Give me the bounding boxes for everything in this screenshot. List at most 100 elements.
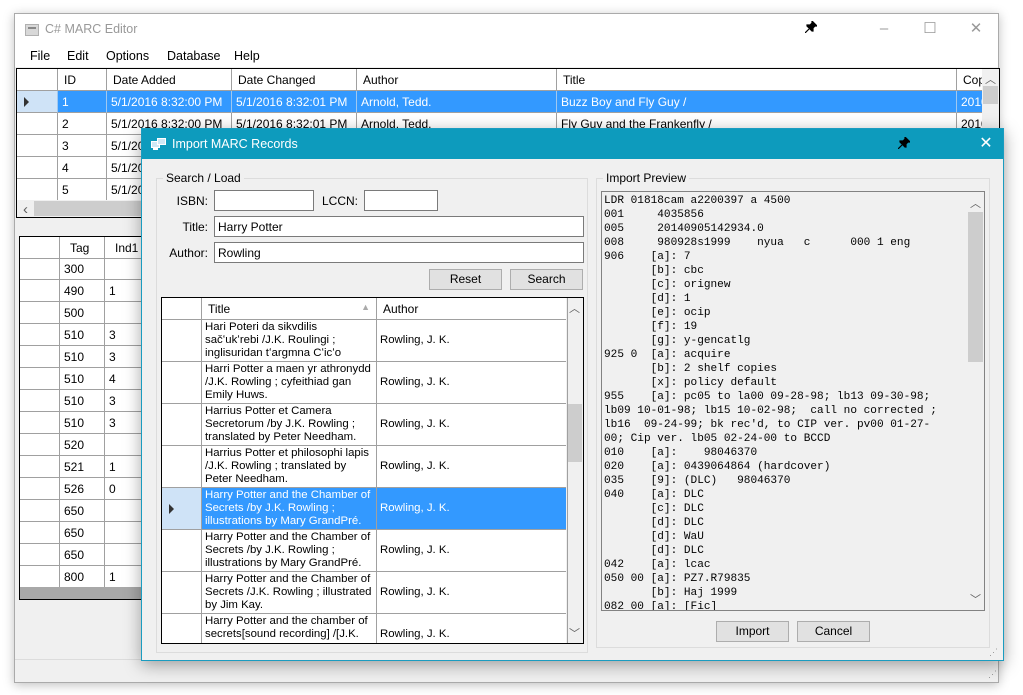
row-header[interactable]: [17, 179, 58, 201]
row-header[interactable]: [162, 404, 202, 446]
row-header[interactable]: [162, 362, 202, 404]
fields-hscrollbar[interactable]: [20, 587, 158, 599]
field-row[interactable]: 510 4: [20, 368, 158, 390]
column-header-title[interactable]: Title ▲: [202, 298, 377, 320]
result-row[interactable]: Harry Potter and the Chamber of Secrets …: [162, 572, 567, 614]
field-cell[interactable]: 650: [60, 544, 105, 566]
row-header[interactable]: [20, 566, 60, 588]
pin-icon[interactable]: [804, 19, 819, 36]
field-row[interactable]: 521 1: [20, 456, 158, 478]
row-header[interactable]: [162, 614, 202, 643]
result-row[interactable]: Harrius Potter et philosophi lapis /J.K.…: [162, 446, 567, 488]
resize-grip[interactable]: ⋰: [988, 669, 997, 680]
record-cell[interactable]: 5: [58, 179, 107, 201]
record-cell[interactable]: Arnold, Tedd.: [357, 91, 557, 113]
field-cell[interactable]: 800: [60, 566, 105, 588]
field-row[interactable]: 800 1: [20, 566, 158, 588]
field-row[interactable]: 526 0: [20, 478, 158, 500]
result-author-cell[interactable]: Rowling, J. K.: [377, 446, 567, 488]
scroll-up-icon[interactable]: ︿: [982, 71, 999, 87]
cancel-button[interactable]: Cancel: [797, 621, 870, 642]
result-author-cell[interactable]: Rowling, J. K.: [377, 572, 567, 614]
result-row[interactable]: Harry Potter and the Chamber of Secrets …: [162, 488, 567, 530]
result-author-cell[interactable]: Rowling, J. K.: [377, 530, 567, 572]
row-header[interactable]: [20, 500, 60, 522]
row-header[interactable]: [162, 572, 202, 614]
field-row[interactable]: 650: [20, 500, 158, 522]
row-header[interactable]: [17, 91, 58, 113]
row-header[interactable]: [20, 456, 60, 478]
records-hscroll-thumb[interactable]: [34, 201, 144, 216]
row-header[interactable]: [20, 368, 60, 390]
row-header[interactable]: [20, 302, 60, 324]
result-author-cell[interactable]: Rowling, J. K.: [377, 488, 567, 530]
result-title-cell[interactable]: Harrius Potter et Camera Secretorum /by …: [202, 404, 377, 446]
field-row[interactable]: 510 3: [20, 412, 158, 434]
result-author-cell[interactable]: Rowling, J. K.: [377, 362, 567, 404]
column-header-tag[interactable]: Tag: [60, 237, 105, 259]
result-author-cell[interactable]: Rowling, J. K.: [377, 320, 567, 362]
row-header[interactable]: [20, 478, 60, 500]
result-title-cell[interactable]: Harry Potter and the chamber of secrets[…: [202, 614, 377, 643]
row-header[interactable]: [162, 320, 202, 362]
scroll-down-icon[interactable]: ﹀: [967, 591, 984, 607]
row-header[interactable]: [20, 346, 60, 368]
field-cell[interactable]: 510: [60, 368, 105, 390]
results-scrollbar[interactable]: ︿ ﹀: [566, 298, 583, 643]
record-cell[interactable]: 1: [58, 91, 107, 113]
search-button[interactable]: Search: [510, 269, 583, 290]
row-header[interactable]: [17, 157, 58, 179]
import-preview-text[interactable]: LDR 01818cam a2200397 a 4500 001 4035856…: [601, 191, 985, 611]
row-header[interactable]: [162, 530, 202, 572]
record-cell[interactable]: 4: [58, 157, 107, 179]
result-row[interactable]: Harry Potter and the Chamber of Secrets …: [162, 530, 567, 572]
row-header[interactable]: [20, 390, 60, 412]
result-row[interactable]: Harrius Potter et Camera Secretorum /by …: [162, 404, 567, 446]
scroll-left-icon[interactable]: ‹: [17, 201, 34, 217]
column-header-author[interactable]: Author: [357, 69, 557, 91]
field-row[interactable]: 300: [20, 258, 158, 280]
field-cell[interactable]: 526: [60, 478, 105, 500]
results-scroll-thumb[interactable]: [567, 404, 582, 462]
result-title-cell[interactable]: Harrius Potter et philosophi lapis /J.K.…: [202, 446, 377, 488]
field-row[interactable]: 500: [20, 302, 158, 324]
title-input[interactable]: [214, 216, 584, 237]
field-row[interactable]: 650: [20, 544, 158, 566]
row-header[interactable]: [20, 434, 60, 456]
field-row[interactable]: 650: [20, 522, 158, 544]
field-cell[interactable]: 520: [60, 434, 105, 456]
result-title-cell[interactable]: Hari Poteri da sikvdilis sačʻukʻrebi /J.…: [202, 320, 377, 362]
search-results-grid[interactable]: Title ▲ Author Hari Poteri da sikvdilis sač…: [161, 297, 584, 644]
field-cell[interactable]: 510: [60, 324, 105, 346]
column-header-author[interactable]: Author: [377, 298, 567, 320]
column-header-title[interactable]: Title: [557, 69, 957, 91]
row-header[interactable]: [20, 412, 60, 434]
dialog-resize-grip[interactable]: ⋰: [989, 647, 998, 658]
menu-options[interactable]: Options: [106, 49, 149, 63]
row-header[interactable]: [20, 522, 60, 544]
record-row[interactable]: 1 5/1/2016 8:32:00 PM 5/1/2016 8:32:01 PM A…: [17, 91, 999, 113]
field-row[interactable]: 510 3: [20, 324, 158, 346]
field-cell[interactable]: 490: [60, 280, 105, 302]
result-author-cell[interactable]: Rowling, J. K.: [377, 404, 567, 446]
preview-scroll-thumb[interactable]: [968, 212, 983, 362]
field-cell[interactable]: 650: [60, 522, 105, 544]
scroll-down-icon[interactable]: ﹀: [566, 625, 583, 641]
row-header[interactable]: [17, 135, 58, 157]
dialog-pin-icon[interactable]: [897, 135, 912, 152]
row-header[interactable]: [20, 544, 60, 566]
field-cell[interactable]: 300: [60, 258, 105, 280]
menu-edit[interactable]: Edit: [67, 49, 89, 63]
row-header[interactable]: [162, 446, 202, 488]
fields-grid[interactable]: Tag Ind1 300 490 1 500 510 3 510 3 510 4 510 3 510 3 520…: [19, 236, 159, 600]
column-header-id[interactable]: ID: [58, 69, 107, 91]
result-title-cell[interactable]: Harry Potter and the Chamber of Secrets …: [202, 572, 377, 614]
isbn-input[interactable]: [214, 190, 314, 211]
result-title-cell[interactable]: Harry Potter and the Chamber of Secrets …: [202, 488, 377, 530]
menu-help[interactable]: Help: [234, 49, 260, 63]
row-header[interactable]: [17, 113, 58, 135]
record-cell[interactable]: Buzz Boy and Fly Guy /: [557, 91, 957, 113]
scroll-up-icon[interactable]: ︿: [566, 300, 583, 316]
row-header[interactable]: [20, 280, 60, 302]
row-header[interactable]: [20, 258, 60, 280]
